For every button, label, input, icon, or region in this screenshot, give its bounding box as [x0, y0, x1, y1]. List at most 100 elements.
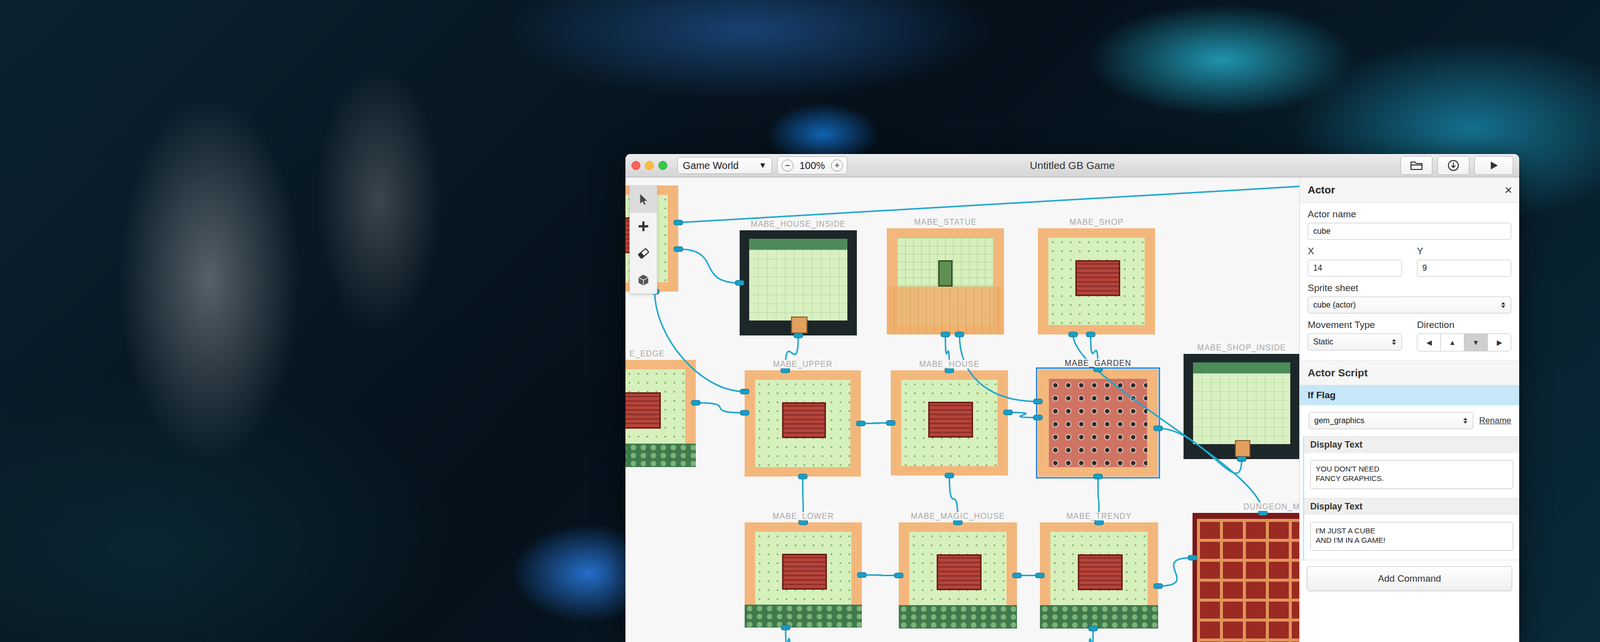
connection	[1158, 428, 1242, 474]
zoom-window-button[interactable]	[658, 161, 668, 171]
connection-marker[interactable]	[1093, 474, 1103, 480]
scene[interactable]: DUNGEON_M	[1192, 513, 1300, 642]
connection-marker[interactable]	[945, 368, 955, 374]
connection-marker[interactable]	[673, 220, 683, 226]
scene[interactable]: MABE_SHOP	[1037, 228, 1156, 335]
dialogue-textarea[interactable]: I'M JUST A CUBE AND I'M IN A GAME!	[1310, 522, 1514, 552]
connection-marker[interactable]	[1188, 555, 1198, 561]
connection-marker[interactable]	[1093, 367, 1103, 373]
field-label: Direction	[1416, 319, 1512, 331]
scene-label: MABE_SHOP	[1037, 217, 1156, 227]
scene[interactable]: MABE_LOWER	[744, 522, 862, 628]
connection-marker[interactable]	[1153, 425, 1163, 431]
x-input[interactable]: 14	[1307, 259, 1402, 277]
connection-marker[interactable]	[781, 368, 791, 374]
connection-marker[interactable]	[691, 400, 701, 406]
play-button[interactable]	[1474, 156, 1514, 176]
dialogue-textarea[interactable]: YOU DON'T NEED FANCY GRAPHICS.	[1310, 460, 1514, 490]
connection-marker[interactable]	[735, 280, 745, 286]
connection-marker[interactable]	[673, 246, 683, 252]
connection-marker[interactable]	[740, 389, 750, 395]
flag-select[interactable]: gem_graphics	[1308, 412, 1474, 430]
direction-button[interactable]: ▶	[1487, 334, 1511, 352]
actor-name-input[interactable]: cube	[1307, 222, 1512, 240]
scene[interactable]: MABE_TRENDY	[1039, 522, 1159, 629]
connection	[1098, 476, 1100, 523]
connection-marker[interactable]	[856, 421, 866, 427]
title-bar-actions	[1114, 156, 1514, 176]
tool-button[interactable]	[629, 266, 657, 294]
zoom-in-button[interactable]: +	[830, 159, 843, 172]
open-folder-button[interactable]	[1400, 156, 1433, 176]
scene-ground	[1197, 519, 1300, 642]
field-label: Actor name	[1307, 208, 1512, 220]
connection-marker[interactable]	[1258, 510, 1268, 516]
scene[interactable]: MABE_STATUE	[886, 228, 1004, 335]
rename-link[interactable]: Rename	[1479, 415, 1512, 426]
connection-marker[interactable]	[740, 410, 750, 416]
export-button[interactable]	[1437, 156, 1470, 176]
minimize-window-button[interactable]	[644, 161, 654, 171]
view-select-arrow: ▼	[758, 161, 767, 171]
scene[interactable]: MABE_MAGIC_HOUSE	[898, 522, 1017, 629]
close-sidebar-button[interactable]: ×	[1504, 183, 1513, 197]
connection-marker[interactable]	[953, 520, 963, 526]
scene[interactable]: MABE_GARDEN	[1037, 369, 1159, 477]
connection-marker[interactable]	[955, 332, 965, 338]
direction-button[interactable]: ▲	[1440, 334, 1464, 352]
command-header[interactable]: Display Text	[1304, 498, 1520, 516]
tool-button[interactable]	[629, 239, 657, 267]
world-canvas[interactable]: MABE_HOUSE_INSIDE MABE_STATUE MABE_SHOP …	[625, 177, 1300, 642]
connection-marker[interactable]	[781, 625, 791, 631]
connection-marker[interactable]	[1033, 415, 1043, 421]
connection-marker[interactable]	[1033, 399, 1043, 405]
zoom-out-button[interactable]: −	[781, 159, 794, 172]
connection-marker[interactable]	[799, 520, 808, 526]
connection-marker[interactable]	[1068, 332, 1078, 338]
updown-icon	[1391, 338, 1397, 347]
y-input[interactable]: 9	[1416, 259, 1512, 277]
scene[interactable]: MABE_HOUSE	[890, 370, 1008, 476]
if-command: If Flag gem_graphics Rename Display Text…	[1299, 385, 1520, 561]
select-value: cube (actor)	[1313, 300, 1356, 310]
connection	[860, 423, 891, 424]
connection-marker[interactable]	[1094, 520, 1104, 526]
connection	[861, 575, 899, 577]
sidebar-title: Actor	[1307, 184, 1336, 197]
view-select[interactable]: Game World ▼	[677, 157, 773, 175]
connection-marker[interactable]	[857, 573, 867, 579]
connection-marker[interactable]	[1035, 573, 1045, 579]
tool-button[interactable]	[629, 186, 657, 213]
scene[interactable]: E_EDGE	[625, 360, 696, 468]
y-field: Y 9	[1416, 245, 1512, 277]
scene-building	[625, 392, 661, 429]
if-command-header[interactable]: If Flag	[1299, 385, 1520, 406]
scene-map	[898, 522, 1017, 629]
sprite-sheet-select[interactable]: cube (actor)	[1307, 296, 1512, 314]
tool-button[interactable]	[629, 212, 657, 240]
field-label: Sprite sheet	[1307, 282, 1512, 294]
add-command-button[interactable]: Add Command	[1306, 566, 1513, 592]
movement-type-select[interactable]: Static	[1307, 333, 1402, 351]
app-window: Game World ▼ − 100% + Untitled GB Game M…	[625, 154, 1520, 642]
connection-marker[interactable]	[1237, 456, 1247, 462]
connection-marker[interactable]	[794, 333, 803, 339]
connection-marker[interactable]	[1088, 626, 1098, 632]
scene[interactable]: MABE_UPPER	[744, 370, 861, 477]
connection-marker[interactable]	[1153, 584, 1163, 590]
connection-marker[interactable]	[1012, 573, 1022, 579]
scene[interactable]: MABE_SHOP_INSIDE	[1183, 354, 1300, 460]
scene[interactable]: MABE_HOUSE_INSIDE	[739, 230, 857, 336]
connection-marker[interactable]	[1003, 409, 1013, 415]
command-header[interactable]: Display Text	[1304, 436, 1520, 454]
connection-marker[interactable]	[798, 474, 808, 480]
connection-marker[interactable]	[945, 473, 955, 479]
connection-marker[interactable]	[941, 332, 951, 338]
scene-building	[1075, 260, 1120, 297]
close-window-button[interactable]	[631, 161, 641, 171]
direction-button[interactable]: ◀	[1417, 334, 1441, 352]
direction-button[interactable]: ▼	[1463, 334, 1488, 352]
connection-marker[interactable]	[1086, 332, 1096, 338]
connection-marker[interactable]	[894, 573, 904, 579]
connection-marker[interactable]	[886, 420, 896, 426]
